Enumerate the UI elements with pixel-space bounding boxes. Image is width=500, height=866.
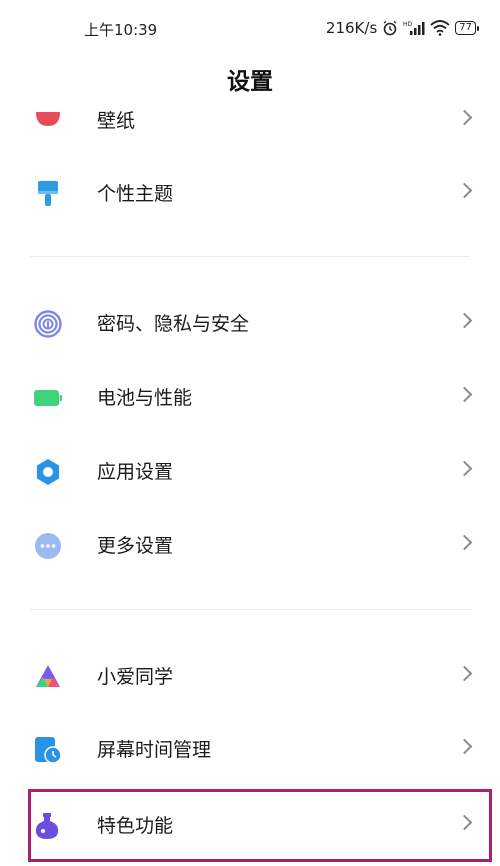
status-bar: 上午10:39 216K/s HD 77 bbox=[0, 0, 500, 56]
theme-brush-icon bbox=[38, 181, 58, 206]
settings-item-label: 电池与性能 bbox=[97, 387, 193, 409]
chevron-right-icon bbox=[456, 738, 473, 755]
divider bbox=[30, 609, 470, 610]
screen-time-icon bbox=[35, 737, 62, 764]
alarm-icon bbox=[383, 20, 397, 36]
wifi-icon bbox=[430, 20, 450, 36]
settings-item-label: 个性主题 bbox=[97, 183, 174, 205]
chevron-right-icon bbox=[456, 534, 473, 551]
settings-item-label: 密码、隐私与安全 bbox=[97, 313, 250, 335]
settings-item-more-settings[interactable]: 更多设置 bbox=[0, 515, 500, 575]
settings-item-battery-performance[interactable]: 电池与性能 bbox=[0, 367, 500, 427]
chevron-right-icon bbox=[456, 312, 473, 329]
hd-signal-icon: HD bbox=[403, 21, 425, 35]
highlight-box bbox=[28, 789, 492, 862]
fingerprint-icon bbox=[34, 310, 62, 338]
settings-item-xiaoai[interactable]: 小爱同学 bbox=[0, 646, 500, 706]
status-icons: 216K/s HD 77 bbox=[325, 19, 479, 37]
wallpaper-icon bbox=[36, 112, 60, 126]
chevron-right-icon bbox=[456, 109, 473, 126]
chevron-right-icon bbox=[456, 460, 473, 477]
settings-item-label: 壁纸 bbox=[97, 110, 136, 132]
settings-item-label: 更多设置 bbox=[97, 535, 174, 557]
chevron-right-icon bbox=[456, 182, 473, 199]
status-time: 上午10:39 bbox=[84, 21, 158, 39]
settings-item-screen-time[interactable]: 屏幕时间管理 bbox=[0, 719, 500, 779]
settings-item-label: 小爱同学 bbox=[97, 666, 174, 688]
network-speed: 216K/s bbox=[325, 19, 378, 37]
settings-item-label: 屏幕时间管理 bbox=[97, 739, 212, 761]
svg-text:HD: HD bbox=[403, 21, 413, 28]
battery-performance-icon bbox=[34, 390, 62, 406]
more-dots-icon bbox=[35, 533, 61, 559]
xiaoai-assistant-icon bbox=[36, 665, 60, 687]
chevron-right-icon bbox=[456, 386, 473, 403]
app-settings-gear-icon bbox=[37, 459, 59, 485]
battery-icon: 77 bbox=[455, 21, 479, 35]
settings-item-label: 应用设置 bbox=[97, 461, 174, 483]
settings-item-privacy-security[interactable]: 密码、隐私与安全 bbox=[0, 293, 500, 353]
chevron-right-icon bbox=[456, 665, 473, 682]
settings-item-theme[interactable]: 个性主题 bbox=[0, 163, 500, 223]
divider bbox=[30, 256, 470, 257]
settings-item-wallpaper[interactable]: 壁纸 bbox=[0, 90, 500, 150]
settings-item-app-settings[interactable]: 应用设置 bbox=[0, 441, 500, 501]
